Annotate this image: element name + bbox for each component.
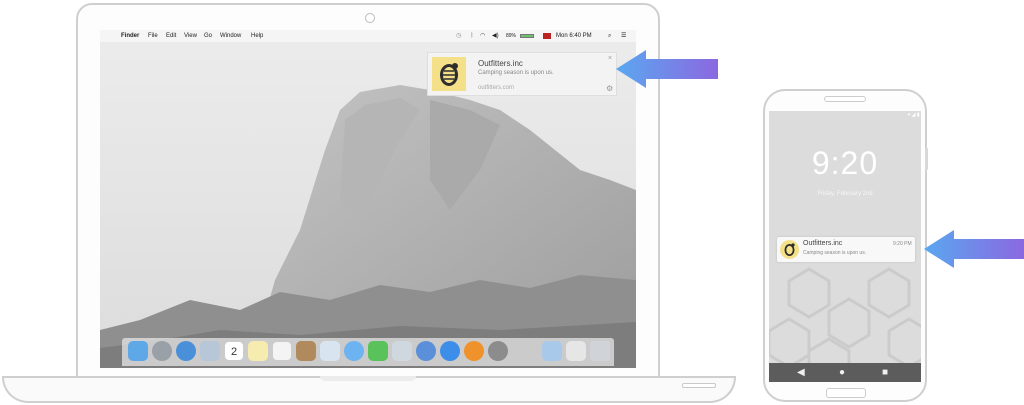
spotlight-icon[interactable]: ⌕ <box>608 30 611 42</box>
preview-icon[interactable] <box>320 341 340 361</box>
notification-title: Outfitters.inc <box>478 59 523 68</box>
phone-status-bar: ▾ ◢ ▮ <box>907 112 921 118</box>
back-icon[interactable]: ◀ <box>797 366 805 379</box>
mac-desktop-screen: Finder File Edit View Go Window Help ◷ ᛒ… <box>100 30 636 368</box>
menubar-clock[interactable]: Mon 6:40 PM <box>556 30 592 42</box>
arrow-left-icon <box>616 50 718 88</box>
ibooks-icon[interactable] <box>464 341 484 361</box>
photos-icon[interactable] <box>392 341 412 361</box>
notification-center-icon[interactable]: ☰ <box>621 30 626 42</box>
menu-window[interactable]: Window <box>220 30 241 42</box>
menu-go[interactable]: Go <box>204 30 212 42</box>
finder-icon[interactable] <box>128 341 148 361</box>
lock-clock: 9:20 <box>811 145 879 181</box>
launchpad-icon[interactable] <box>152 341 172 361</box>
phone-side-button[interactable] <box>925 148 928 170</box>
wifi-icon[interactable]: ◠ <box>480 30 485 42</box>
app-store-icon[interactable] <box>440 341 460 361</box>
facetime-icon[interactable] <box>368 341 388 361</box>
system-preferences-icon[interactable] <box>488 341 508 361</box>
notification-time: 9:20 PM <box>893 241 912 247</box>
outfitters-logo-icon <box>780 240 799 259</box>
notification-body: Camping season is upon us. <box>478 70 554 76</box>
notification-body: Camping season is upon us. <box>803 250 867 256</box>
android-nav-bar: ◀ ● ■ <box>769 363 921 382</box>
phone-home-button[interactable] <box>826 388 866 398</box>
close-icon[interactable]: × <box>608 55 612 62</box>
itunes-icon[interactable] <box>416 341 436 361</box>
outfitters-logo-icon <box>432 57 466 91</box>
laptop-slot <box>682 383 716 388</box>
battery-percent: 89% <box>506 33 517 39</box>
notification-url: outfitters.com <box>478 85 515 91</box>
mac-notification[interactable]: Outfitters.inc Camping season is upon us… <box>427 52 617 96</box>
mail-icon[interactable] <box>200 341 220 361</box>
phone-speaker <box>824 96 866 102</box>
gear-icon[interactable]: ⚙ <box>606 84 613 93</box>
recents-icon[interactable]: ■ <box>882 366 888 379</box>
laptop-notch <box>320 376 416 381</box>
android-lock-screen: ▾ ◢ ▮ 9:20 Friday, February 2nd Outfitte… <box>769 111 921 382</box>
downloads-icon[interactable] <box>542 341 562 361</box>
android-notification[interactable]: Outfitters.inc Camping season is upon us… <box>777 237 915 262</box>
messages-icon[interactable] <box>344 341 364 361</box>
menu-finder[interactable]: Finder <box>121 30 139 42</box>
notes-icon[interactable] <box>248 341 268 361</box>
reminders-icon[interactable] <box>272 341 292 361</box>
menu-file[interactable]: File <box>148 30 158 42</box>
notification-title: Outfitters.inc <box>803 240 843 247</box>
trash-icon[interactable] <box>590 341 610 361</box>
lock-date: Friday, February 2nd <box>817 191 873 197</box>
bluetooth-icon[interactable]: ᛒ <box>470 30 474 42</box>
mac-menubar: Finder File Edit View Go Window Help ◷ ᛒ… <box>100 30 636 42</box>
mac-dock: 2 <box>122 338 614 366</box>
menu-help[interactable]: Help <box>251 30 263 42</box>
battery-icon[interactable] <box>520 34 534 38</box>
laptop-camera <box>365 13 375 23</box>
time-machine-icon[interactable]: ◷ <box>456 30 461 42</box>
volume-icon[interactable]: ◀) <box>492 30 499 42</box>
menu-edit[interactable]: Edit <box>166 30 176 42</box>
calendar-icon[interactable]: 2 <box>224 341 244 361</box>
home-icon[interactable]: ● <box>839 366 845 379</box>
contacts-icon[interactable] <box>296 341 316 361</box>
arrow-left-icon <box>924 230 1024 268</box>
menu-view[interactable]: View <box>184 30 197 42</box>
documents-icon[interactable] <box>566 341 586 361</box>
flag-icon[interactable] <box>543 33 551 39</box>
safari-icon[interactable] <box>176 341 196 361</box>
